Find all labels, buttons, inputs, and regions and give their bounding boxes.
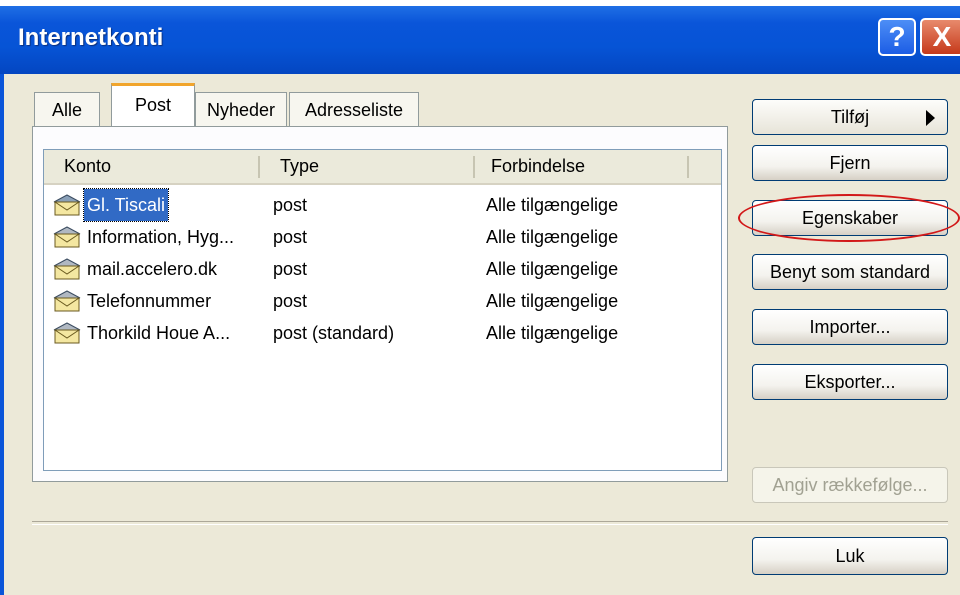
set-order-button[interactable]: Angiv rækkefølge... xyxy=(752,467,948,503)
internet-accounts-window: Internetkonti ? X Alle Post Nyheder Adre… xyxy=(0,6,960,595)
account-connection: Alle tilgængelige xyxy=(486,195,619,215)
mail-account-icon xyxy=(53,258,81,280)
remove-button[interactable]: Fjern xyxy=(752,145,948,181)
account-connection: Alle tilgængelige xyxy=(486,227,619,247)
account-type: post xyxy=(273,195,308,215)
list-item[interactable]: Thorkild Houe A... post (standard) Alle … xyxy=(44,317,721,349)
mail-account-icon xyxy=(53,290,81,312)
list-header: Konto Type Forbindelse xyxy=(44,150,721,185)
account-type: post xyxy=(273,291,308,311)
tab-label: Alle xyxy=(51,100,82,120)
column-divider[interactable] xyxy=(473,156,475,178)
column-divider[interactable] xyxy=(258,156,260,178)
list-item[interactable]: Information, Hyg... post Alle tilgængeli… xyxy=(44,221,721,253)
set-default-button[interactable]: Benyt som standard xyxy=(752,254,948,290)
tab-label: Post xyxy=(134,95,172,115)
mail-account-icon xyxy=(53,194,81,216)
tab-post[interactable]: Post xyxy=(111,83,195,129)
tab-label: Adresseliste xyxy=(304,100,404,120)
window-title: Internetkonti xyxy=(18,24,164,51)
title-bar[interactable]: Internetkonti ? X xyxy=(0,6,960,74)
mail-account-icon xyxy=(53,322,81,344)
column-divider[interactable] xyxy=(687,156,689,178)
column-header-konto[interactable]: Konto xyxy=(64,150,111,183)
account-connection: Alle tilgængelige xyxy=(486,323,619,343)
close-window-button[interactable]: X xyxy=(920,18,960,56)
account-name: mail.accelero.dk xyxy=(87,259,218,279)
tab-alle[interactable]: Alle xyxy=(34,92,100,128)
mail-account-icon xyxy=(53,226,81,248)
list-item[interactable]: Gl. Tiscali post Alle tilgængelige xyxy=(44,188,721,222)
separator xyxy=(32,521,948,525)
account-connection: Alle tilgængelige xyxy=(486,259,619,279)
highlight-ring xyxy=(738,194,960,242)
account-name: Gl. Tiscali xyxy=(82,188,170,222)
close-button[interactable]: Luk xyxy=(752,537,948,575)
account-name: Information, Hyg... xyxy=(87,227,235,247)
account-name: Telefonnummer xyxy=(87,291,212,311)
account-name: Thorkild Houe A... xyxy=(87,323,231,343)
column-header-type[interactable]: Type xyxy=(280,150,319,183)
list-item[interactable]: Telefonnummer post Alle tilgængelige xyxy=(44,285,721,317)
accounts-list[interactable]: Konto Type Forbindelse Gl. Tiscali post … xyxy=(43,149,722,471)
tab-nyheder[interactable]: Nyheder xyxy=(195,92,287,128)
account-type: post (standard) xyxy=(273,323,395,343)
add-button[interactable]: Tilføj xyxy=(752,99,948,135)
list-item[interactable]: mail.accelero.dk post Alle tilgængelige xyxy=(44,253,721,285)
account-type: post xyxy=(273,227,308,247)
export-button[interactable]: Eksporter... xyxy=(752,364,948,400)
tab-label: Nyheder xyxy=(206,100,276,120)
import-button[interactable]: Importer... xyxy=(752,309,948,345)
arrow-right-icon xyxy=(926,110,935,126)
account-type: post xyxy=(273,259,308,279)
add-button-label: Tilføj xyxy=(830,107,870,127)
help-button[interactable]: ? xyxy=(878,18,916,56)
tab-adresseliste[interactable]: Adresseliste xyxy=(289,92,419,128)
account-connection: Alle tilgængelige xyxy=(486,291,619,311)
column-header-forbindelse[interactable]: Forbindelse xyxy=(491,150,585,183)
